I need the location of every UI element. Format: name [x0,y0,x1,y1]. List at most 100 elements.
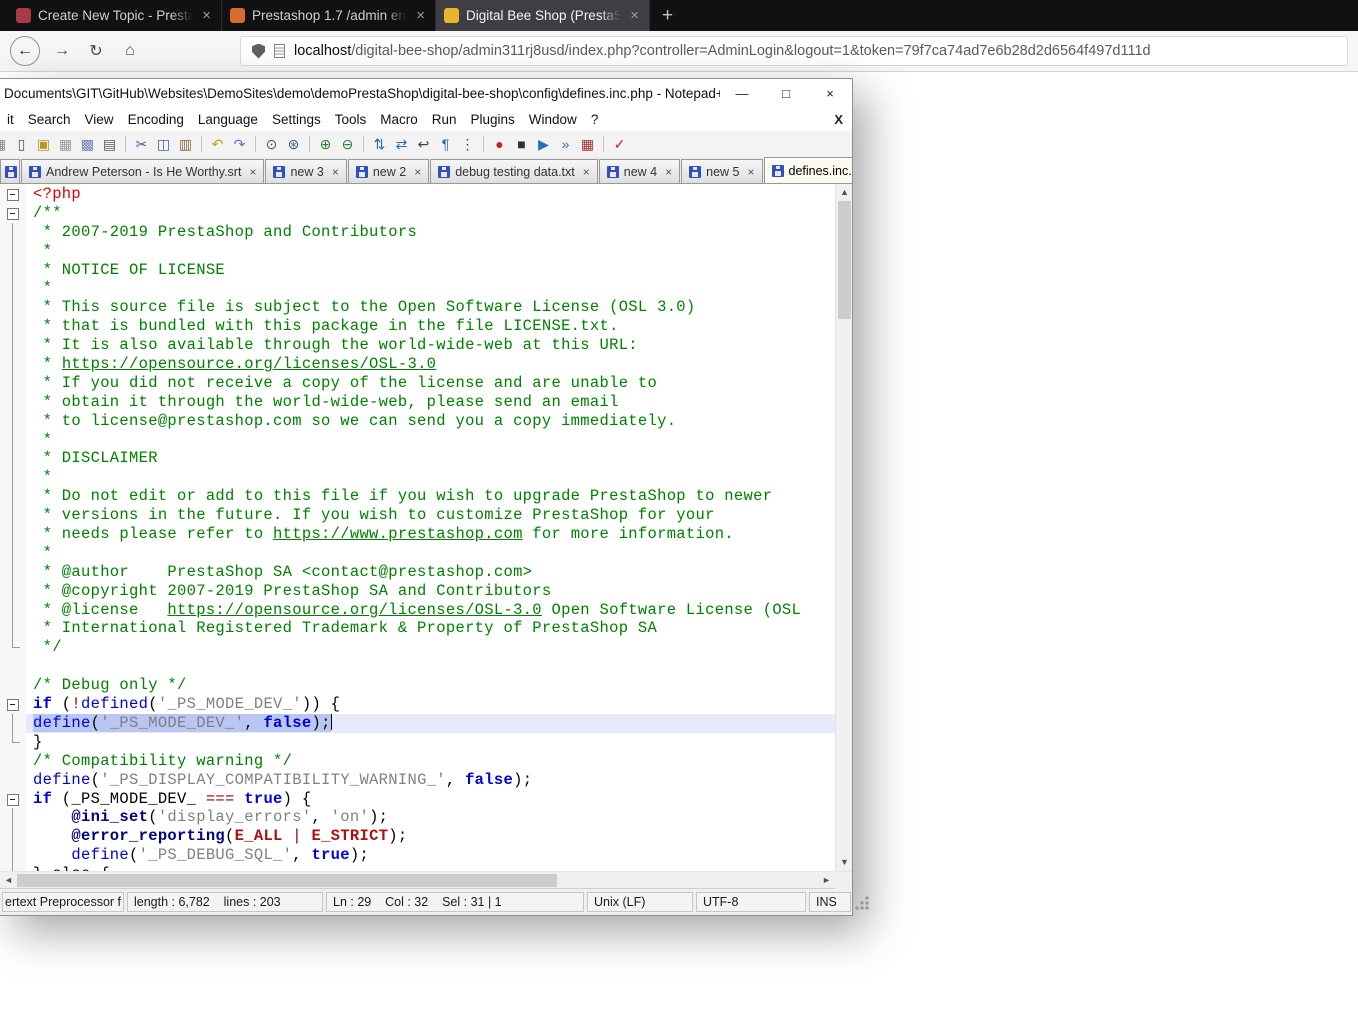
fold-toggle-icon[interactable] [0,185,26,204]
zoom-in-icon[interactable]: ⊕ [315,134,336,154]
play-macro-icon[interactable]: ▶ [533,134,554,154]
doc-tab[interactable]: new 3 × [265,159,347,183]
menu-item-run[interactable]: Run [425,112,464,127]
code-line: * [0,543,835,563]
menu-item-language[interactable]: Language [191,112,265,127]
copy-icon[interactable]: ◫ [153,134,174,154]
fold-margin [0,770,26,790]
menu-item-search[interactable]: Search [21,112,78,127]
undo-icon[interactable]: ↶ [207,134,228,154]
doc-tab-close-icon[interactable]: × [665,165,672,179]
doc-tab[interactable]: debug testing data.txt × [430,159,598,183]
sync-horizontal-icon[interactable]: ⇄ [391,134,412,154]
sync-vertical-icon[interactable]: ⇅ [369,134,390,154]
menu-item-encoding[interactable]: Encoding [121,112,191,127]
prestashop-forum-favicon [16,8,31,23]
scroll-right-icon[interactable]: ► [818,872,835,889]
vertical-scrollbar[interactable]: ▲ ▼ [835,184,852,871]
home-button[interactable]: ⌂ [118,42,142,60]
menu-item-macro[interactable]: Macro [373,112,425,127]
code-line: * that is bundled with this package in t… [0,317,835,337]
tab-close-icon[interactable]: × [200,7,213,24]
new-file-icon[interactable]: ▯ [11,134,32,154]
find-icon[interactable]: ⊙ [261,134,282,154]
indent-guide-icon[interactable]: ⋮ [457,134,478,154]
cut-icon[interactable]: ✂ [131,134,152,154]
doc-tab-close-icon[interactable]: × [747,165,754,179]
code-area[interactable]: <?php/** * 2007-2019 PrestaShop and Cont… [0,185,835,871]
doc-tab-close-icon[interactable]: × [414,165,421,179]
horizontal-scrollbar-thumb[interactable] [17,874,557,887]
replace-icon[interactable]: ⊛ [283,134,304,154]
menu-item-view[interactable]: View [78,112,121,127]
menu-item-help[interactable]: ? [584,112,606,127]
browser-tab-forum[interactable]: Create New Topic - PrestaShop × [8,0,222,31]
fold-toggle-icon[interactable] [0,203,26,223]
menu-item-it[interactable]: it [0,112,21,127]
save-file-icon[interactable]: ▦ [55,134,76,154]
selected-text: define('_PS_MODE_DEV_', false); [33,713,331,732]
doc-tab[interactable]: defines.inc.php× [763,157,852,183]
menu-item-settings[interactable]: Settings [265,112,328,127]
tracking-protection-shield-icon[interactable] [252,43,265,59]
doc-tab[interactable]: × [0,159,20,183]
notepad-titlebar[interactable]: Documents\GIT\GitHub\Websites\DemoSites\… [0,79,852,107]
saved-file-icon [5,165,17,178]
scroll-left-icon[interactable]: ◄ [0,872,17,889]
window-title: Documents\GIT\GitHub\Websites\DemoSites\… [4,85,720,101]
browser-tab-devdocs[interactable]: Prestashop 1.7 /admin error 50 × [222,0,436,31]
doc-tab-close-icon[interactable]: × [332,165,339,179]
doc-tab-close-icon[interactable]: × [583,165,590,179]
paste-icon[interactable]: ▥ [175,134,196,154]
close-button[interactable]: × [808,79,852,107]
back-button[interactable]: ← [10,36,40,66]
tab-close-icon[interactable]: × [414,7,427,24]
tab-close-icon[interactable]: × [628,7,641,24]
doc-tab[interactable]: new 4 × [598,159,681,183]
word-wrap-icon[interactable]: ↩ [413,134,434,154]
page-info-icon[interactable] [274,44,285,58]
scroll-up-icon[interactable]: ▲ [836,184,852,201]
save-macro-icon[interactable]: ▦ [577,134,598,154]
menu-close-document-button[interactable]: X [834,112,843,127]
spell-check-icon[interactable]: ✓ [609,134,630,154]
redo-icon[interactable]: ↷ [229,134,250,154]
menu-item-tools[interactable]: Tools [328,112,374,127]
code-line [0,657,835,677]
url-text[interactable]: localhost/digital-bee-shop/admin311rj8us… [294,43,1151,59]
minimize-button[interactable]: — [720,79,764,107]
doc-tab[interactable]: new 5 × [681,159,763,183]
open-file-icon[interactable]: ▣ [33,134,54,154]
fold-margin [0,657,26,677]
fold-toggle-icon[interactable] [0,695,26,714]
refresh-button[interactable]: ↻ [84,41,108,61]
zoom-out-icon[interactable]: ⊖ [337,134,358,154]
fold-toggle-icon[interactable] [0,789,26,809]
clipped-icon[interactable]: ▦ [0,134,10,154]
menu-item-window[interactable]: Window [522,112,584,127]
save-all-icon[interactable]: ▩ [77,134,98,154]
doc-tab[interactable]: Andrew Peterson - Is He Worthy.srt × [21,159,265,183]
print-icon[interactable]: ▤ [99,134,120,154]
url-bar[interactable]: localhost/digital-bee-shop/admin311rj8us… [240,36,1348,66]
menu-item-plugins[interactable]: Plugins [464,112,522,127]
run-macro-multiple-icon[interactable]: » [555,134,576,154]
doc-tab-close-icon[interactable]: × [249,165,256,179]
record-macro-icon[interactable]: ● [489,134,510,154]
browser-tab-shop[interactable]: Digital Bee Shop (PrestaShop™) × [436,0,650,31]
doc-tab[interactable]: new 2 × [347,159,430,183]
fold-margin [0,846,26,866]
editor[interactable]: <?php/** * 2007-2019 PrestaShop and Cont… [0,184,852,871]
code-line: * [0,430,835,450]
show-all-characters-icon[interactable]: ¶ [435,134,456,154]
forward-button[interactable]: → [50,42,74,60]
new-tab-button[interactable]: + [650,0,685,31]
notepad-statusbar: ertext Preprocessor f length : 6,782 line… [0,888,869,915]
maximize-button[interactable]: □ [764,79,808,107]
scroll-down-icon[interactable]: ▼ [836,854,852,871]
horizontal-scrollbar[interactable]: ◄ ► [0,871,852,889]
stop-macro-icon[interactable]: ■ [511,134,532,154]
vertical-scrollbar-thumb[interactable] [838,201,851,319]
resize-grip[interactable] [854,894,869,910]
toolbar-separator [125,136,126,152]
